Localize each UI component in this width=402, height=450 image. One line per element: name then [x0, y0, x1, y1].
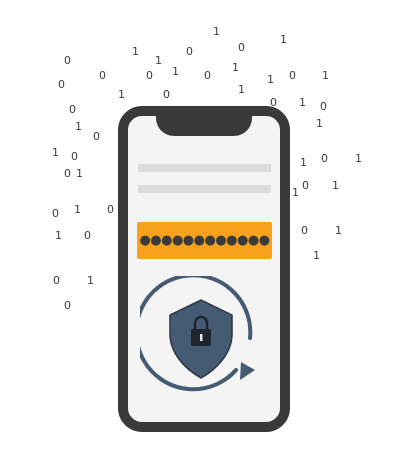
shield-lock-icon [140, 276, 255, 392]
binary-digit: 1 [232, 61, 239, 74]
binary-digit: 0 [53, 274, 60, 287]
binary-digit: 0 [107, 203, 114, 216]
placeholder-line-2 [138, 185, 271, 193]
binary-digit: 1 [335, 224, 342, 237]
binary-digit: 0 [186, 45, 193, 58]
binary-digit: 0 [238, 41, 245, 54]
binary-digit: 1 [280, 33, 287, 46]
binary-digit: 1 [132, 45, 139, 58]
binary-digit: 0 [301, 224, 308, 237]
phone-notch [156, 106, 252, 136]
binary-digit: 1 [52, 146, 59, 159]
binary-digit: 0 [320, 100, 327, 113]
illustration-canvas: 1 0 1 1 0 0 1 0 0 1 0 0 1 1 0 1 0 1 1 0 … [0, 0, 402, 450]
binary-digit: 1 [118, 88, 125, 101]
binary-digit: 0 [93, 130, 100, 143]
binary-digit: 0 [64, 167, 71, 180]
binary-digit: 1 [316, 117, 323, 130]
placeholder-line-1 [138, 164, 271, 172]
binary-digit: 1 [267, 73, 274, 86]
binary-digit: 1 [87, 274, 94, 287]
binary-digit: 1 [76, 167, 83, 180]
binary-digit: 0 [71, 150, 78, 163]
binary-digit: 1 [322, 69, 329, 82]
binary-digit: 1 [55, 229, 62, 242]
binary-digit: 0 [163, 88, 170, 101]
binary-digit: 0 [52, 207, 59, 220]
binary-digit: 0 [302, 179, 309, 192]
binary-digit: 0 [64, 299, 71, 312]
binary-digit: 0 [58, 78, 65, 91]
binary-digit: 1 [313, 249, 320, 262]
binary-digit: 1 [355, 152, 362, 165]
password-field[interactable]: ●●●●●●●●●●●● [137, 222, 272, 259]
binary-digit: 0 [204, 69, 211, 82]
binary-digit: 0 [99, 69, 106, 82]
binary-digit: 1 [213, 25, 220, 38]
binary-digit: 1 [332, 179, 339, 192]
binary-digit: 0 [64, 54, 71, 67]
binary-digit: 1 [74, 203, 81, 216]
binary-digit: 1 [299, 96, 306, 109]
binary-digit: 0 [146, 69, 153, 82]
binary-digit: 0 [84, 229, 91, 242]
binary-digit: 0 [321, 152, 328, 165]
binary-digit: 1 [172, 65, 179, 78]
binary-digit: 1 [292, 186, 299, 199]
binary-digit: 0 [69, 103, 76, 116]
binary-digit: 0 [289, 69, 296, 82]
binary-digit: 1 [300, 156, 307, 169]
binary-digit: 1 [238, 83, 245, 96]
binary-digit: 1 [155, 54, 162, 67]
binary-digit: 1 [75, 120, 82, 133]
